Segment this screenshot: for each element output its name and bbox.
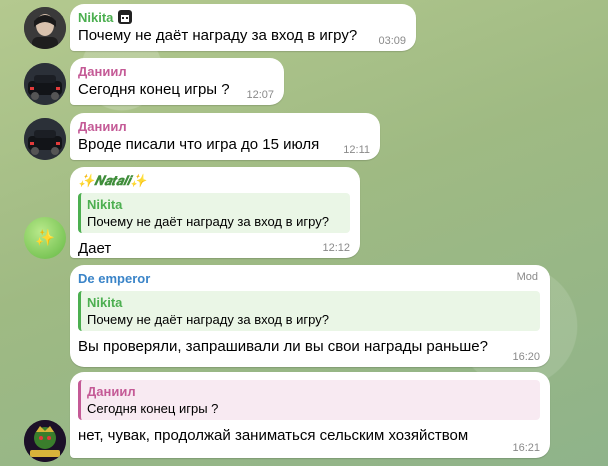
mod-badge: Mod xyxy=(516,271,538,283)
sender-name[interactable]: De emperor xyxy=(78,271,540,287)
avatar-nikita[interactable] xyxy=(24,7,66,49)
message-text: Дает xyxy=(78,240,112,257)
message-text: Сегодня конец игры ? xyxy=(78,81,230,98)
message-time: 16:21 xyxy=(512,442,540,454)
avatar-natali[interactable]: ✨ xyxy=(24,217,66,259)
message-time: 12:12 xyxy=(322,242,350,254)
message-bubble[interactable]: De emperor Mod Nikita Почему не даёт наг… xyxy=(70,265,550,367)
character-emoji-icon xyxy=(117,10,133,24)
sender-name[interactable]: Даниил xyxy=(78,119,370,135)
reply-text: Почему не даёт награду за вход в игру? xyxy=(87,214,329,229)
avatar-daniil[interactable] xyxy=(24,118,66,160)
message-time: 03:09 xyxy=(378,35,406,47)
message-bubble[interactable]: Даниил Сегодня конец игры ? нет, чувак, … xyxy=(70,372,550,458)
message-bubble[interactable]: Даниил Сегодня конец игры ? 12:07 xyxy=(70,58,284,105)
message-text: Почему не даёт награду за вход в игру? xyxy=(78,27,358,44)
message-time: 12:07 xyxy=(246,89,274,101)
message-bubble[interactable]: Nikita Почему не даёт награду за вход в … xyxy=(70,4,416,51)
reply-quote[interactable]: Даниил Сегодня конец игры ? xyxy=(78,380,540,420)
avatar-de-emperor[interactable] xyxy=(24,420,66,462)
message-time: 12:11 xyxy=(343,144,370,156)
reply-sender: Даниил xyxy=(87,384,136,399)
reply-text: Почему не даёт награду за вход в игру? xyxy=(87,312,329,327)
message-text: нет, чувак, продолжай заниматься сельски… xyxy=(78,427,469,444)
message-text: Вроде писали что игра до 15 июля xyxy=(78,136,320,153)
avatar-daniil[interactable] xyxy=(24,63,66,105)
message-text: Вы проверяли, запрашивали ли вы свои наг… xyxy=(78,338,488,355)
sender-name[interactable]: Nikita xyxy=(78,10,406,26)
reply-quote[interactable]: Nikita Почему не даёт награду за вход в … xyxy=(78,193,350,233)
reply-text: Сегодня конец игры ? xyxy=(87,401,219,416)
message-bubble[interactable]: ✨𝑵𝒂𝒕𝒂𝒍𝒊✨ Nikita Почему не даёт награду з… xyxy=(70,167,360,258)
sparkles-icon: ✨ xyxy=(35,230,55,247)
message-bubble[interactable]: Даниил Вроде писали что игра до 15 июля … xyxy=(70,113,380,160)
message-time: 16:20 xyxy=(512,351,540,363)
reply-sender: Nikita xyxy=(87,197,123,212)
reply-sender: Nikita xyxy=(87,295,123,310)
reply-quote[interactable]: Nikita Почему не даёт награду за вход в … xyxy=(78,291,540,331)
sender-name[interactable]: ✨𝑵𝒂𝒕𝒂𝒍𝒊✨ xyxy=(78,173,350,189)
sender-name[interactable]: Даниил xyxy=(78,64,274,80)
